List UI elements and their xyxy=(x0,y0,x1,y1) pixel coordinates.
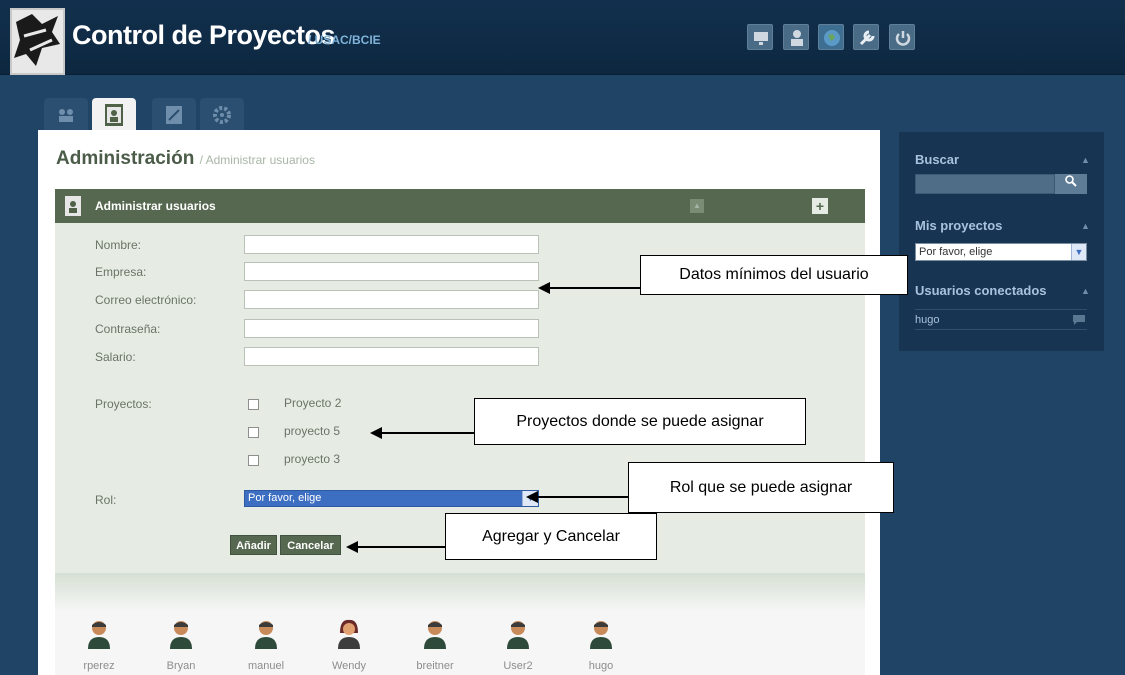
annotation-rol: Rol que se puede asignar xyxy=(628,462,894,513)
empresa-field[interactable] xyxy=(244,262,539,281)
form-title: Administrar usuarios xyxy=(95,199,216,213)
online-user-name: hugo xyxy=(915,314,940,326)
search-icon[interactable] xyxy=(1055,174,1087,194)
nombre-field[interactable] xyxy=(244,235,539,254)
user-card-tab[interactable] xyxy=(92,98,136,132)
rol-label: Rol: xyxy=(95,493,117,507)
add-icon[interactable]: + xyxy=(812,198,828,214)
annotation-proyectos: Proyectos donde se puede asignar xyxy=(474,398,806,445)
divider-strip xyxy=(55,573,865,609)
annotation-botones: Agregar y Cancelar xyxy=(445,513,657,560)
avatar-female-icon xyxy=(338,619,360,649)
project-checkbox[interactable] xyxy=(248,455,259,466)
avatar-icon xyxy=(590,621,612,649)
collapse-icon[interactable]: ▲ xyxy=(690,199,704,213)
user-name: hugo xyxy=(588,660,614,672)
user-name: Wendy xyxy=(331,660,367,672)
projects-select-value: Por favor, elige xyxy=(919,246,993,258)
avatar-icon xyxy=(255,621,277,649)
nombre-label: Nombre: xyxy=(95,238,142,252)
search-title: Buscar xyxy=(915,152,960,167)
projects-title: Mis proyectos xyxy=(915,218,1003,233)
settings-tab[interactable] xyxy=(200,98,244,132)
arrow-line xyxy=(358,546,445,548)
salario-field[interactable] xyxy=(244,347,539,366)
app-subtitle: / USAC/BCIE xyxy=(308,33,381,47)
online-user-item[interactable]: hugo xyxy=(915,309,1087,330)
breadcrumb: Administración / Administrar usuarios xyxy=(56,148,315,170)
user-name: Bryan xyxy=(166,660,196,672)
app-title: Control de Proyectos xyxy=(72,20,336,50)
rol-select-value: Por favor, elige xyxy=(248,492,322,504)
user-avatar[interactable]: hugo xyxy=(571,619,631,672)
online-users-title: Usuarios conectados xyxy=(915,283,1047,298)
collapse-icon[interactable]: ▲ xyxy=(1081,221,1090,231)
rol-select[interactable]: Por favor, elige ▼ xyxy=(244,490,539,507)
avatar-icon xyxy=(170,621,192,649)
collapse-icon[interactable]: ▲ xyxy=(1081,286,1090,296)
form-header: Administrar usuarios ▲ + xyxy=(55,189,865,223)
globe-icon[interactable] xyxy=(818,24,844,50)
collapse-icon[interactable]: ▲ xyxy=(1081,155,1090,165)
page-subtitle: / Administrar usuarios xyxy=(199,153,315,167)
user-name: User2 xyxy=(503,660,533,672)
email-field[interactable] xyxy=(244,290,539,309)
avatar-icon xyxy=(424,621,446,649)
users-bar: rperez Bryan manuel Wendy breitner User2… xyxy=(55,609,865,675)
user-avatar[interactable]: rperez xyxy=(69,619,129,672)
page-title: Administración xyxy=(56,148,195,169)
user-name: manuel xyxy=(247,660,285,672)
arrow-line xyxy=(538,496,628,498)
user-name: rperez xyxy=(83,660,115,672)
arrow-left-icon xyxy=(538,282,550,294)
app-header: Control de Proyectos / USAC/BCIE xyxy=(0,0,1125,75)
arrow-line xyxy=(382,432,474,434)
empresa-label: Empresa: xyxy=(95,265,147,279)
power-icon[interactable] xyxy=(889,24,915,50)
project-checkbox[interactable] xyxy=(248,399,259,410)
user-card-icon xyxy=(65,196,81,216)
wrench-icon[interactable] xyxy=(853,24,879,50)
correo-label: Correo electrónico: xyxy=(95,293,197,307)
user-avatar[interactable]: Bryan xyxy=(151,619,211,672)
users-tab[interactable] xyxy=(44,98,88,132)
avatar-icon xyxy=(88,621,110,649)
user-icon[interactable] xyxy=(783,24,809,50)
sidebar: Buscar ▲ Mis proyectos ▲ Por favor, elig… xyxy=(899,132,1104,351)
logo xyxy=(10,8,65,75)
user-avatar[interactable]: Wendy xyxy=(319,619,379,672)
chevron-down-icon[interactable]: ▼ xyxy=(1071,244,1086,260)
avatar-icon xyxy=(507,621,529,649)
project-checkbox[interactable] xyxy=(248,427,259,438)
arrow-left-icon xyxy=(346,541,358,553)
salario-label: Salario: xyxy=(95,350,136,364)
cancel-button[interactable]: Cancelar xyxy=(280,535,341,555)
annotation-datos: Datos mínimos del usuario xyxy=(640,255,908,295)
monitor-icon[interactable] xyxy=(747,24,773,50)
contrasena-label: Contraseña: xyxy=(95,322,161,336)
arrow-left-icon xyxy=(370,427,382,439)
add-button[interactable]: Añadir xyxy=(230,535,277,555)
search-input[interactable] xyxy=(915,174,1055,194)
project-label: Proyecto 2 xyxy=(284,396,342,410)
project-label: proyecto 5 xyxy=(284,424,341,438)
arrow-line xyxy=(550,287,640,289)
project-label: proyecto 3 xyxy=(284,452,341,466)
chat-icon[interactable] xyxy=(1073,315,1085,325)
proyectos-label: Proyectos: xyxy=(95,397,152,411)
arrow-left-icon xyxy=(526,491,538,503)
edit-tab[interactable] xyxy=(152,98,196,132)
user-name: breitner xyxy=(416,660,454,672)
user-avatar[interactable]: manuel xyxy=(236,619,296,672)
user-avatar[interactable]: breitner xyxy=(405,619,465,672)
password-field[interactable] xyxy=(244,319,539,338)
projects-select[interactable]: Por favor, elige ▼ xyxy=(915,243,1087,261)
user-avatar[interactable]: User2 xyxy=(488,619,548,672)
